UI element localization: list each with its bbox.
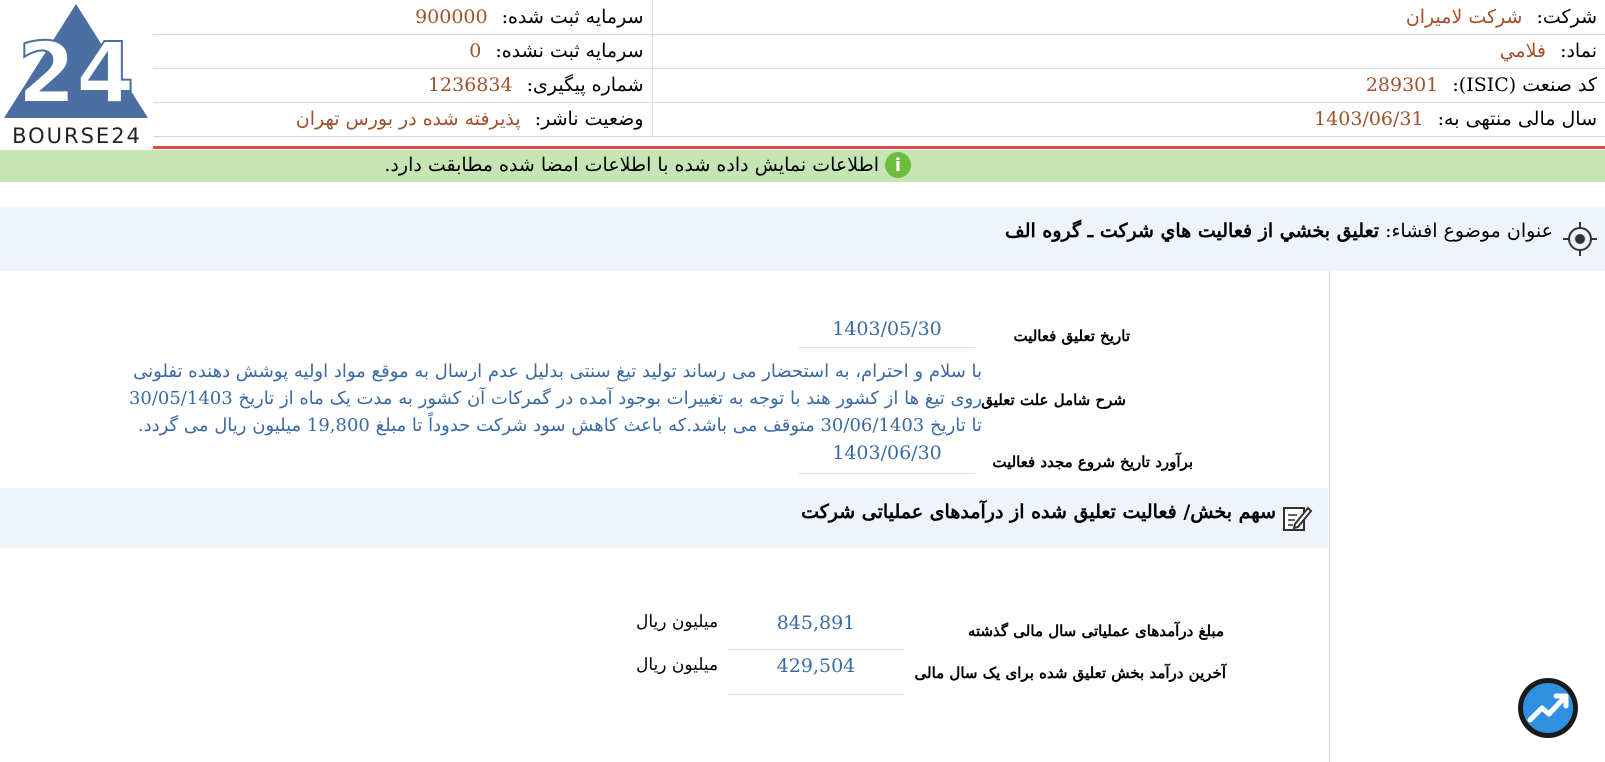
company-label: شرکت: bbox=[1536, 5, 1597, 28]
info-row: شرکت: شرکت لامیران سرمایه ثبت شده: 90000… bbox=[153, 0, 1605, 35]
info-icon: i bbox=[885, 152, 911, 178]
info-cell-company: شرکت: شرکت لامیران bbox=[651, 0, 1605, 35]
info-cell-publisher-status: وضعیت ناشر: پذیرفته شده در بورس تهران bbox=[153, 102, 652, 138]
revenue-row-label: آخرین درآمد بخش تعلیق شده برای یک سال ما… bbox=[914, 664, 1226, 682]
info-cell-registered-capital: سرمایه ثبت شده: 900000 bbox=[153, 0, 652, 35]
symbol-label: نماد: bbox=[1560, 40, 1597, 63]
revenue-row-value: 429,504 bbox=[728, 655, 904, 695]
revenue-section-title: سهم بخش/ فعالیت تعلیق شده از درآمدهای عم… bbox=[801, 501, 1276, 523]
info-cell-unregistered-capital: سرمایه ثبت نشده: 0 bbox=[153, 34, 652, 69]
reason-label: شرح شامل علت تعلیق bbox=[981, 391, 1126, 409]
bourse24-logo[interactable]: 24 BOURSE24 bbox=[0, 0, 152, 154]
info-cell-isic: کد صنعت (ISIC): 289301 bbox=[651, 68, 1605, 103]
tracking-number-value: 1236834 bbox=[427, 74, 513, 97]
revenue-row-unit: میلیون ریال bbox=[636, 612, 719, 632]
revenue-row-unit: میلیون ریال bbox=[636, 655, 719, 675]
publisher-status-value: پذیرفته شده در بورس تهران bbox=[295, 108, 521, 131]
logo-triangle-icon: 24 bbox=[4, 4, 148, 123]
company-info-table: شرکت: شرکت لامیران سرمایه ثبت شده: 90000… bbox=[153, 0, 1605, 138]
resume-date-label: برآورد تاریخ شروع مجدد فعالیت bbox=[992, 453, 1193, 471]
disclosure-title-bar: عنوان موضوع افشاء: تعليق بخشي از فعاليت … bbox=[0, 207, 1605, 271]
fiscal-year-label: سال مالی منتهی به: bbox=[1437, 108, 1597, 131]
disclosure-title-value: تعليق بخشي از فعاليت هاي شرکت ـ گروه الف bbox=[1005, 220, 1380, 242]
info-row: نماد: فلامي سرمایه ثبت نشده: 0 bbox=[153, 34, 1605, 69]
isic-value: 289301 bbox=[1365, 74, 1439, 97]
svg-text:24: 24 bbox=[18, 24, 135, 122]
target-icon bbox=[1563, 222, 1597, 256]
verification-notice: i اطلاعات نمایش داده شده با اطلاعات امضا… bbox=[0, 150, 1605, 182]
symbol-value: فلامي bbox=[1499, 40, 1547, 63]
isic-label: کد صنعت (ISIC): bbox=[1452, 74, 1597, 97]
info-cell-fiscal-year: سال مالی منتهی به: 1403/06/31 bbox=[651, 102, 1605, 138]
unregistered-capital-label: سرمایه ثبت نشده: bbox=[495, 40, 644, 63]
info-cell-tracking-number: شماره پیگیری: 1236834 bbox=[153, 68, 652, 103]
info-row: سال مالی منتهی به: 1403/06/31 وضعیت ناشر… bbox=[153, 102, 1605, 138]
info-row: کد صنعت (ISIC): 289301 شماره پیگیری: 123… bbox=[153, 68, 1605, 103]
revenue-section-bar: سهم بخش/ فعالیت تعلیق شده از درآمدهای عم… bbox=[0, 488, 1328, 548]
registered-capital-label: سرمایه ثبت شده: bbox=[501, 5, 644, 28]
resume-date-value: 1403/06/30 bbox=[799, 442, 975, 474]
notice-text: اطلاعات نمایش داده شده با اطلاعات امضا ش… bbox=[384, 154, 879, 176]
tracking-number-label: شماره پیگیری: bbox=[526, 74, 644, 97]
suspension-date-value: 1403/05/30 bbox=[799, 318, 975, 348]
publisher-status-label: وضعیت ناشر: bbox=[534, 108, 644, 131]
revenue-row-label: مبلغ درآمدهای عملیاتی سال مالی گذشته bbox=[967, 622, 1224, 640]
reason-text: با سلام و احترام، به استحضار می رساند تو… bbox=[128, 361, 982, 436]
company-value: شرکت لامیران bbox=[1405, 5, 1523, 28]
info-cell-symbol: نماد: فلامي bbox=[651, 34, 1605, 69]
edit-icon bbox=[1283, 506, 1313, 531]
content-divider bbox=[1329, 271, 1330, 762]
bourse24-chart-button[interactable] bbox=[1516, 676, 1580, 740]
logo-text: BOURSE24 bbox=[12, 124, 142, 148]
disclosure-title-label: عنوان موضوع افشاء: bbox=[1385, 220, 1553, 242]
header-divider bbox=[153, 146, 1605, 149]
unregistered-capital-value: 0 bbox=[469, 40, 482, 63]
disclosure-title: عنوان موضوع افشاء: تعليق بخشي از فعاليت … bbox=[1005, 220, 1553, 242]
revenue-row-value: 845,891 bbox=[728, 612, 904, 650]
suspension-date-label: تاریخ تعلیق فعالیت bbox=[1013, 327, 1130, 345]
notice-content: i اطلاعات نمایش داده شده با اطلاعات امضا… bbox=[384, 152, 911, 178]
fiscal-year-value: 1403/06/31 bbox=[1314, 108, 1424, 131]
registered-capital-value: 900000 bbox=[415, 5, 488, 28]
